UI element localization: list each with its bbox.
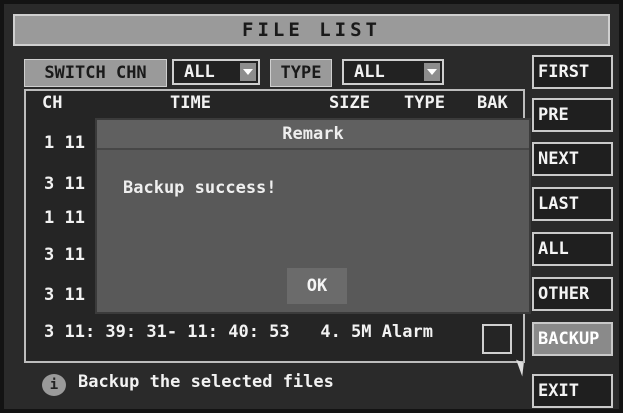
- exit-button[interactable]: EXIT: [532, 374, 613, 408]
- table-row[interactable]: 3 11: [44, 174, 85, 194]
- table-row[interactable]: 1 11: [44, 133, 85, 153]
- backup-button[interactable]: BACKUP: [532, 322, 613, 356]
- remark-dialog: Remark Backup success! OK: [95, 118, 531, 314]
- dialog-message: Backup success!: [123, 178, 277, 198]
- all-button[interactable]: ALL: [532, 232, 613, 266]
- dialog-title: Remark: [97, 120, 529, 150]
- next-button[interactable]: NEXT: [532, 142, 613, 176]
- table-row[interactable]: 3 11: [44, 245, 85, 265]
- channel-select[interactable]: ALL: [172, 59, 260, 85]
- chevron-down-icon[interactable]: [424, 63, 440, 81]
- ok-button[interactable]: OK: [287, 268, 347, 304]
- header-bak: BAK: [477, 93, 508, 113]
- backup-checkbox[interactable]: [482, 324, 512, 354]
- last-button[interactable]: LAST: [532, 187, 613, 221]
- previous-button[interactable]: PRE: [532, 98, 613, 132]
- first-button[interactable]: FIRST: [532, 55, 613, 89]
- channel-select-value: ALL: [184, 62, 215, 82]
- window-title: FILE LIST: [13, 14, 610, 46]
- header-type: TYPE: [404, 93, 445, 113]
- type-select[interactable]: ALL: [342, 59, 444, 85]
- table-row[interactable]: 3 11: 39: 31- 11: 40: 53 4. 5M Alarm: [44, 322, 433, 342]
- type-label: TYPE: [270, 59, 332, 87]
- type-select-value: ALL: [354, 62, 385, 82]
- other-button[interactable]: OTHER: [532, 277, 613, 311]
- status-text: Backup the selected files: [78, 372, 334, 392]
- info-icon: i: [42, 374, 66, 396]
- header-size: SIZE: [329, 93, 370, 113]
- switch-channel-label: SWITCH CHN: [24, 59, 167, 87]
- header-ch: CH: [42, 93, 63, 113]
- table-row[interactable]: 1 11: [44, 208, 85, 228]
- table-row[interactable]: 3 11: [44, 285, 85, 305]
- chevron-down-icon[interactable]: [240, 63, 256, 81]
- header-time: TIME: [170, 93, 211, 113]
